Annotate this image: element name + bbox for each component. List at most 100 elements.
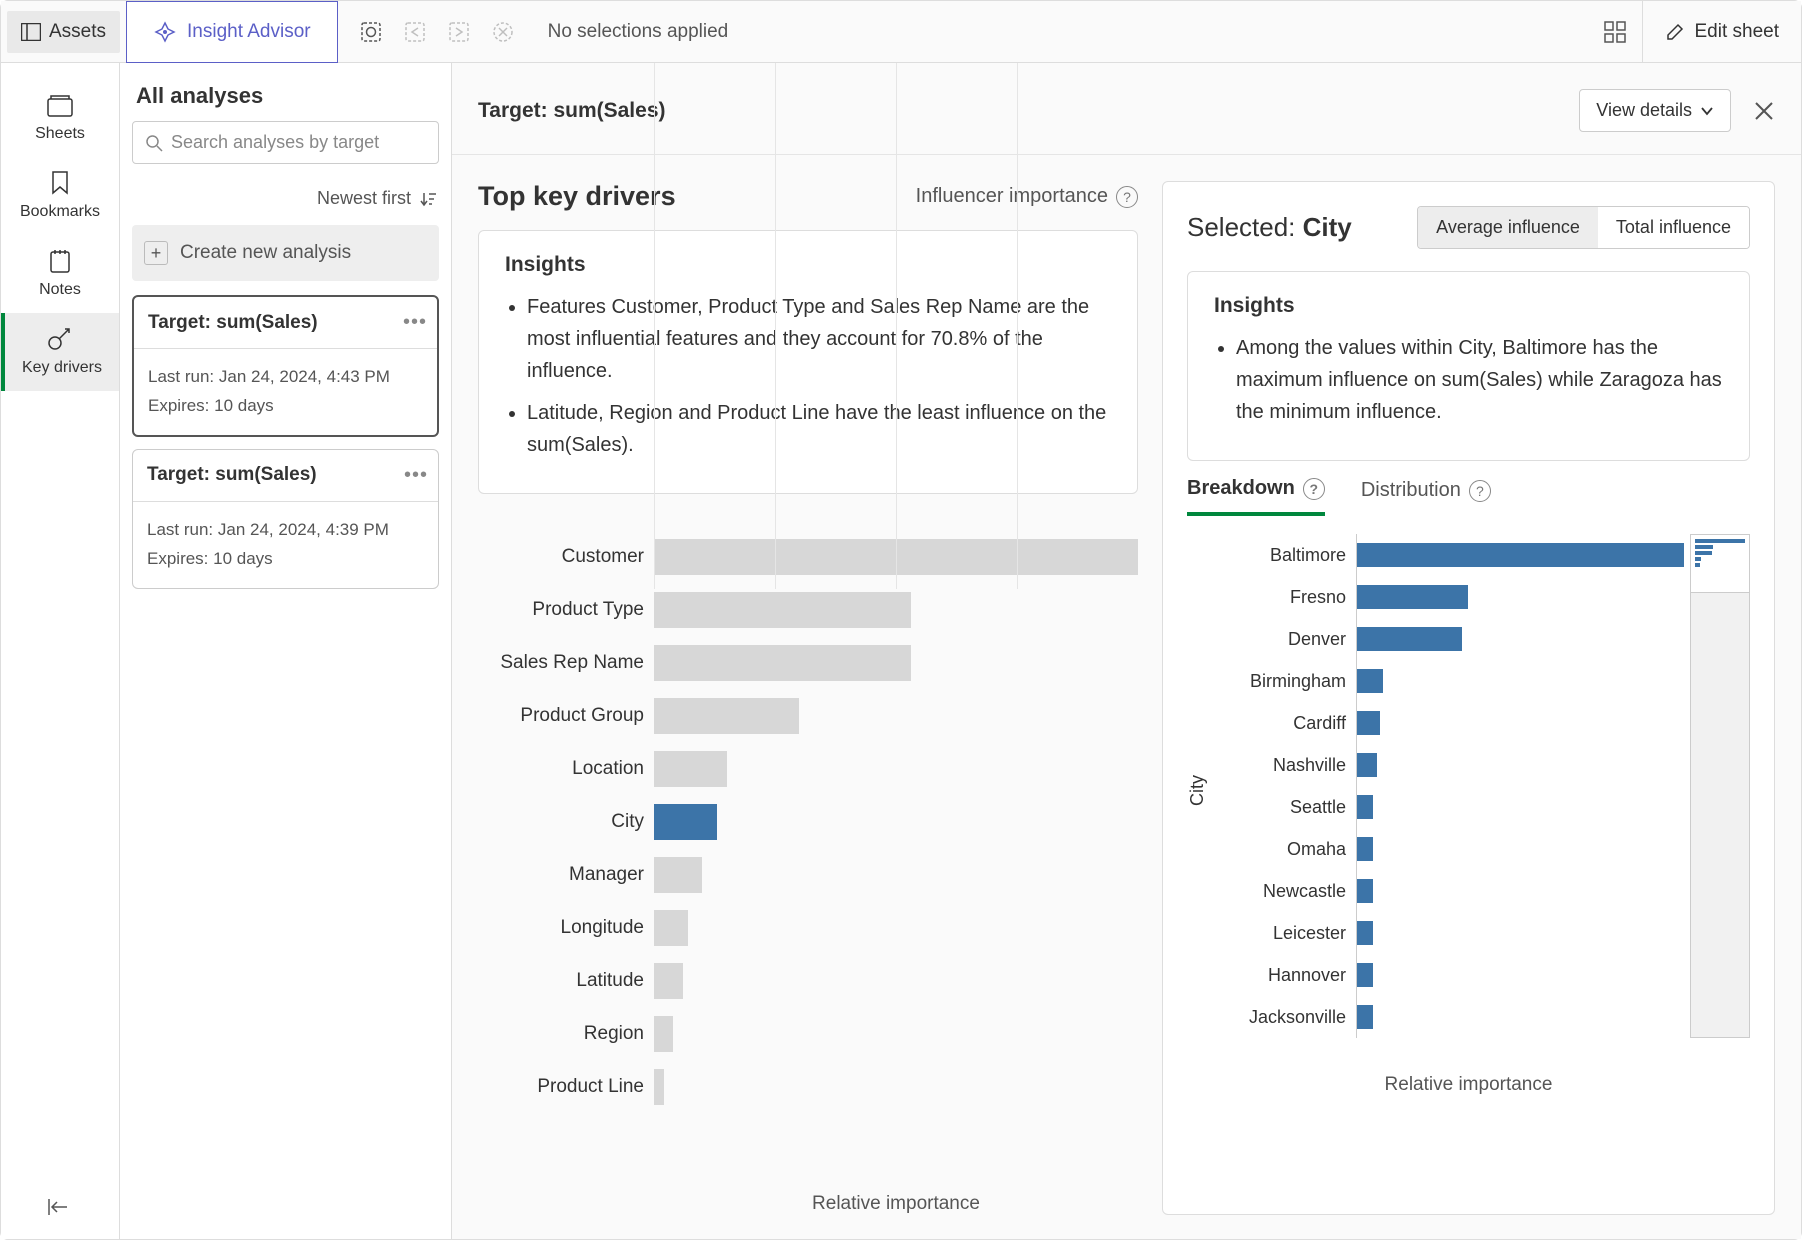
view-details-label: View details xyxy=(1596,100,1692,121)
bar-fill[interactable] xyxy=(654,910,688,946)
help-icon[interactable]: ? xyxy=(1469,480,1491,502)
bar-fill[interactable] xyxy=(654,857,702,893)
analysis-card[interactable]: Target: sum(Sales) ••• Last run: Jan 24,… xyxy=(132,449,439,589)
insight-advisor-button[interactable]: Insight Advisor xyxy=(126,1,338,63)
bar-label: Longitude xyxy=(478,917,654,939)
view-details-button[interactable]: View details xyxy=(1579,89,1731,132)
bar-label: Product Type xyxy=(478,599,654,621)
insight-item: Latitude, Region and Product Line have t… xyxy=(527,397,1111,461)
insights-box: Insights Features Customer, Product Type… xyxy=(478,230,1138,494)
help-icon[interactable]: ? xyxy=(1116,186,1138,208)
create-analysis-button[interactable]: + Create new analysis xyxy=(132,225,439,281)
analysis-card[interactable]: Target: sum(Sales) ••• Last run: Jan 24,… xyxy=(132,295,439,437)
breakdown-bar-fill[interactable] xyxy=(1357,963,1373,987)
bar-label: City xyxy=(478,811,654,833)
step-forward-selection-icon[interactable] xyxy=(446,19,472,45)
breakdown-bar-fill[interactable] xyxy=(1357,585,1468,609)
search-icon xyxy=(145,134,163,152)
insight-label: Insight Advisor xyxy=(187,21,311,43)
breakdown-bar-label: Nashville xyxy=(1216,744,1356,786)
plus-icon: + xyxy=(144,241,168,265)
minimap-scrollbar[interactable] xyxy=(1690,534,1750,1038)
total-influence-toggle[interactable]: Total influence xyxy=(1598,207,1749,248)
edit-sheet-label: Edit sheet xyxy=(1695,21,1780,43)
clear-selections-icon[interactable] xyxy=(490,19,516,45)
breakdown-bar-label: Omaha xyxy=(1216,828,1356,870)
analysis-card-title: Target: sum(Sales) xyxy=(147,464,317,486)
breakdown-bar-fill[interactable] xyxy=(1357,879,1373,903)
breakdown-bar-label: Fresno xyxy=(1216,576,1356,618)
bar-fill[interactable] xyxy=(654,751,727,787)
insight-item: Features Customer, Product Type and Sale… xyxy=(527,291,1111,387)
bar-fill[interactable] xyxy=(654,1016,673,1052)
key-drivers-chart[interactable]: Customer Product Type Sales Rep Name Produc… xyxy=(478,530,1138,1149)
notes-label: Notes xyxy=(39,281,81,299)
sheets-nav[interactable]: Sheets xyxy=(1,81,119,157)
bar-fill[interactable] xyxy=(654,698,799,734)
city-insight-item: Among the values within City, Baltimore … xyxy=(1236,332,1723,428)
smart-select-icon[interactable] xyxy=(358,19,384,45)
sheets-label: Sheets xyxy=(35,125,85,143)
breakdown-bar-fill[interactable] xyxy=(1357,669,1383,693)
bar-fill[interactable] xyxy=(654,592,911,628)
key-drivers-nav[interactable]: Key drivers xyxy=(1,313,119,391)
close-icon[interactable] xyxy=(1753,100,1775,122)
create-analysis-label: Create new analysis xyxy=(180,242,351,264)
breakdown-bar-label: Seattle xyxy=(1216,786,1356,828)
bookmarks-nav[interactable]: Bookmarks xyxy=(1,157,119,235)
breakdown-bar-label: Denver xyxy=(1216,618,1356,660)
edit-sheet-button[interactable]: Edit sheet xyxy=(1642,1,1802,62)
breakdown-bar-fill[interactable] xyxy=(1357,837,1373,861)
breakdown-bar-label: Leicester xyxy=(1216,912,1356,954)
breakdown-chart[interactable] xyxy=(1356,534,1684,1038)
breakdown-bar-label: Birmingham xyxy=(1216,660,1356,702)
influence-toggle: Average influence Total influence xyxy=(1417,206,1750,249)
chevron-down-icon xyxy=(1700,106,1714,116)
breakdown-bar-label: Newcastle xyxy=(1216,870,1356,912)
panel-icon xyxy=(21,23,41,41)
notes-nav[interactable]: Notes xyxy=(1,235,119,313)
key-drivers-icon xyxy=(47,327,73,351)
help-icon[interactable]: ? xyxy=(1303,478,1325,500)
city-insights-heading: Insights xyxy=(1214,294,1723,318)
breakdown-bar-label: Hannover xyxy=(1216,954,1356,996)
key-drivers-title: Top key drivers xyxy=(478,181,676,212)
breakdown-bar-label: Baltimore xyxy=(1216,534,1356,576)
city-insights-box: Insights Among the values within City, B… xyxy=(1187,271,1750,461)
bar-fill[interactable] xyxy=(654,963,683,999)
breakdown-bar-fill[interactable] xyxy=(1357,921,1373,945)
breakdown-bar-fill[interactable] xyxy=(1357,543,1684,567)
step-back-selection-icon[interactable] xyxy=(402,19,428,45)
breakdown-bar-fill[interactable] xyxy=(1357,795,1373,819)
sort-toggle[interactable]: Newest first xyxy=(120,174,451,219)
bar-label: Sales Rep Name xyxy=(478,652,654,674)
breakdown-tab[interactable]: Breakdown ? xyxy=(1187,477,1325,516)
analysis-last-run: Last run: Jan 24, 2024, 4:39 PM xyxy=(147,516,424,545)
bar-label: Location xyxy=(478,758,654,780)
card-menu-icon[interactable]: ••• xyxy=(403,311,427,334)
collapse-rail-icon[interactable] xyxy=(47,1197,73,1217)
bar-fill[interactable] xyxy=(654,645,911,681)
bar-fill[interactable] xyxy=(654,804,717,840)
breakdown-bar-fill[interactable] xyxy=(1357,711,1380,735)
influencer-importance-label: Influencer importance ? xyxy=(916,185,1138,208)
breakdown-bar-fill[interactable] xyxy=(1357,1005,1373,1029)
selected-title: Selected: City xyxy=(1187,212,1352,243)
search-box[interactable] xyxy=(132,121,439,164)
app-grid-icon[interactable] xyxy=(1588,21,1642,43)
assets-button[interactable]: Assets xyxy=(7,11,120,53)
breakdown-bar-fill[interactable] xyxy=(1357,627,1462,651)
bar-label: Customer xyxy=(478,546,654,568)
search-input[interactable] xyxy=(171,132,426,153)
average-influence-toggle[interactable]: Average influence xyxy=(1418,207,1598,248)
distribution-tab[interactable]: Distribution ? xyxy=(1361,477,1491,516)
bar-fill[interactable] xyxy=(654,1069,664,1105)
card-menu-icon[interactable]: ••• xyxy=(404,464,428,487)
all-analyses-title: All analyses xyxy=(120,63,451,121)
pencil-icon xyxy=(1665,22,1685,42)
breakdown-bar-fill[interactable] xyxy=(1357,753,1377,777)
bar-label: Product Line xyxy=(478,1076,654,1098)
key-drivers-label: Key drivers xyxy=(22,359,102,377)
sort-label: Newest first xyxy=(317,188,411,209)
analysis-last-run: Last run: Jan 24, 2024, 4:43 PM xyxy=(148,363,423,392)
